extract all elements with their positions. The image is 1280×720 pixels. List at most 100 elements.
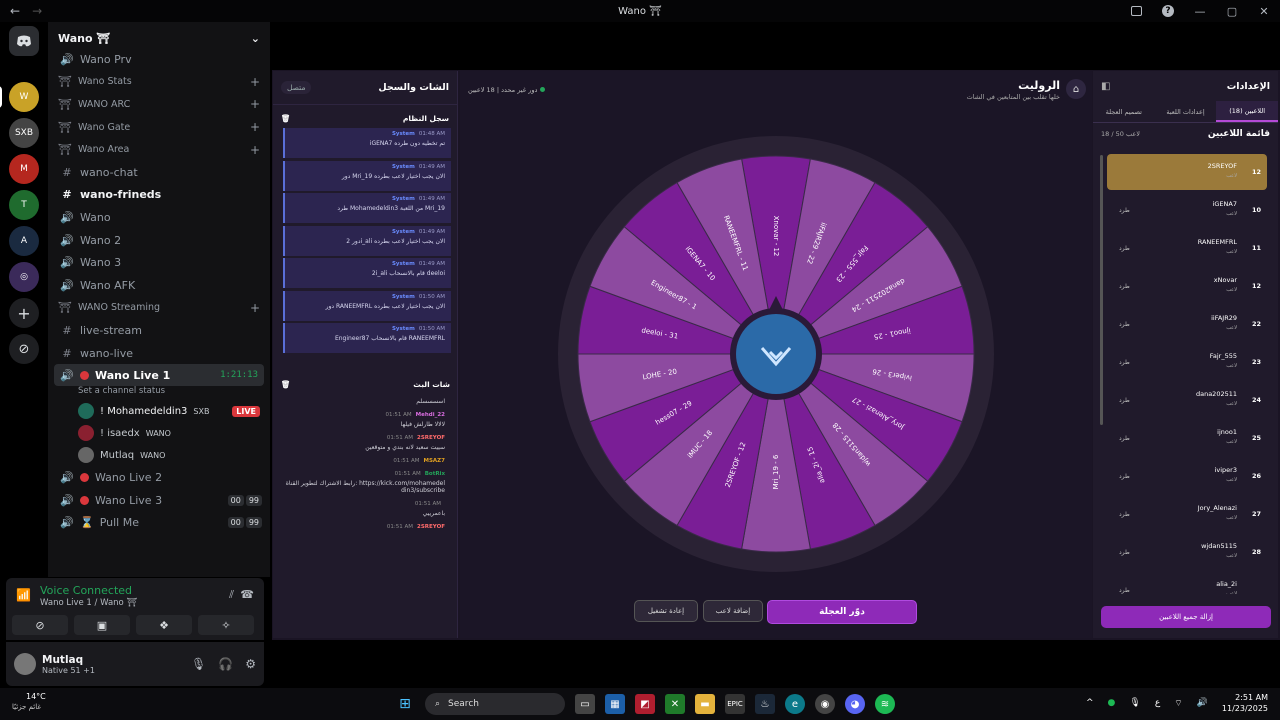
edge-icon[interactable]: e [785, 694, 805, 714]
wheel-svg[interactable]: Xnovar - 12 iiFAJR29 - 22 Fajr_555 - 23dan… [557, 135, 995, 573]
chevron-up-icon[interactable]: ^ [1086, 698, 1094, 708]
noise-suppression-icon[interactable]: ⫽ [229, 588, 234, 602]
mic-icon[interactable]: 🎙 [191, 657, 206, 671]
server-icon-6[interactable]: ◎ [9, 262, 39, 292]
channel-wano-live-2[interactable]: 🔊 Wano Live 2 [48, 466, 270, 489]
server-icon-2[interactable]: SXB [9, 118, 39, 148]
tab-game-settings[interactable]: إعدادات اللعبة [1155, 101, 1217, 122]
channel-status[interactable]: Set a channel status [48, 386, 270, 400]
voice-user[interactable]: ! Mohamedeldin3 SXB LIVE [48, 400, 270, 422]
replay-button[interactable]: إعادة تشغيل [634, 600, 698, 622]
mic-tray-icon[interactable]: 🎙 [1129, 698, 1140, 708]
kick-button[interactable]: طرد [1119, 549, 1130, 556]
user-avatar[interactable] [14, 653, 36, 675]
channel-wano-3[interactable]: 🔊 Wano 3 [48, 251, 270, 274]
add-channel-icon[interactable]: + [250, 75, 260, 89]
kick-button[interactable]: طرد [1119, 473, 1130, 480]
weather-widget[interactable]: 14°C غائم جزئيًا [12, 692, 46, 712]
spotify-icon[interactable]: ≋ [875, 694, 895, 714]
taskbar-search[interactable]: ⌕ Search [425, 693, 565, 715]
headphones-icon[interactable]: 🎧 [218, 657, 233, 671]
category-wano-area[interactable]: ⛩ Wano Area + [48, 138, 270, 161]
channel-pull-me[interactable]: 🔊 ⌛ Pull Me 00 99 [48, 512, 270, 535]
disconnect-icon[interactable]: ☎ [240, 588, 254, 601]
server-icon-3[interactable]: M [9, 154, 39, 184]
maximize-button[interactable]: ▢ [1216, 5, 1248, 18]
category-wano-arc[interactable]: ⛩ WANO ARC + [48, 93, 270, 116]
server-icon-4[interactable]: T [9, 190, 39, 220]
add-player-button[interactable]: إضافة لاعب [703, 600, 763, 622]
tab-players[interactable]: اللاعبين (18) [1216, 101, 1279, 122]
collapse-panel-icon[interactable]: ◧ [1101, 81, 1110, 92]
store-icon[interactable]: ▦ [605, 694, 625, 714]
help-icon[interactable]: ? [1162, 5, 1174, 17]
channel-wano[interactable]: 🔊 Wano [48, 206, 270, 229]
kick-button[interactable]: طرد [1119, 511, 1130, 518]
channel-wano-live[interactable]: # wano-live [48, 342, 270, 365]
kick-button[interactable]: طرد [1119, 321, 1130, 328]
wifi-icon[interactable]: ⌔ [1174, 698, 1182, 709]
app-red-icon[interactable]: ◩ [635, 694, 655, 714]
add-channel-icon[interactable]: + [250, 143, 260, 157]
voice-user[interactable]: Mutlaq WANO [48, 444, 270, 466]
soundboard-button[interactable]: ✧ [198, 615, 254, 635]
kick-button[interactable]: طرد [1119, 397, 1130, 404]
forward-arrow-icon[interactable]: → [32, 4, 42, 18]
spin-button[interactable]: دوّر العجلة [767, 600, 917, 624]
roulette-wheel[interactable]: Xnovar - 12 iiFAJR29 - 22 Fajr_555 - 23 dan… [557, 135, 995, 573]
close-button[interactable]: ✕ [1248, 5, 1280, 18]
channel-wano-frineds[interactable]: # wano-frineds [48, 184, 270, 207]
kick-button[interactable]: طرد [1119, 587, 1130, 594]
trash-icon[interactable]: 🗑 [281, 114, 291, 123]
channel-wano-live-3[interactable]: 🔊 Wano Live 3 00 99 [48, 489, 270, 512]
voice-user[interactable]: ! isaedx WANO [48, 422, 270, 444]
language-indicator[interactable]: ع [1155, 698, 1160, 708]
spotify-tray-icon[interactable]: ● [1108, 698, 1116, 708]
task-view-icon[interactable]: ▭ [575, 694, 595, 714]
home-icon[interactable]: ⌂ [1066, 79, 1086, 99]
channel-live-stream[interactable]: # live-stream [48, 319, 270, 342]
explore-icon[interactable]: ⊘ [9, 334, 39, 364]
server-wano-icon[interactable]: W [0, 82, 39, 112]
category-wano-streaming[interactable]: ⛩ WANO Streaming + [48, 297, 270, 320]
remove-all-players-button[interactable]: إزالة جميع اللاعبين [1101, 606, 1271, 628]
add-channel-icon[interactable]: + [250, 120, 260, 134]
discord-icon[interactable]: ◕ [845, 694, 865, 714]
kick-button[interactable]: طرد [1119, 435, 1130, 442]
channel-wano-2[interactable]: 🔊 Wano 2 [48, 229, 270, 252]
camera-off-button[interactable]: ⊘ [12, 615, 68, 635]
back-arrow-icon[interactable]: ← [10, 4, 20, 18]
screen-share-button[interactable]: ▣ [74, 615, 130, 635]
start-icon[interactable]: ⊞ [395, 694, 415, 714]
clock[interactable]: 2:51 AM 11/23/2025 [1222, 692, 1268, 714]
kick-button[interactable]: طرد [1119, 359, 1130, 366]
kick-button[interactable]: طرد [1119, 207, 1130, 214]
players-scrollbar[interactable] [1100, 155, 1103, 425]
add-channel-icon[interactable]: + [250, 301, 260, 315]
voice-status-sub[interactable]: Wano Live 1 / Wano ⛩ [40, 598, 137, 608]
chrome-icon[interactable]: ◉ [815, 694, 835, 714]
inbox-icon[interactable] [1131, 6, 1142, 16]
settings-gear-icon[interactable]: ⚙ [245, 657, 256, 671]
channel-wano-prv[interactable]: 🔊 Wano Prv [48, 48, 270, 71]
trash-icon[interactable]: 🗑 [281, 380, 291, 389]
category-wano-stats[interactable]: ⛩ Wano Stats + [48, 71, 270, 94]
category-wano-gate[interactable]: ⛩ Wano Gate + [48, 116, 270, 139]
channel-wano-chat[interactable]: # wano-chat [48, 161, 270, 184]
xbox-icon[interactable]: ✕ [665, 694, 685, 714]
channel-wano-afk[interactable]: 🔊 Wano AFK [48, 274, 270, 297]
kick-button[interactable]: طرد [1119, 245, 1130, 252]
epic-games-icon[interactable]: EPIC [725, 694, 745, 714]
add-server-icon[interactable]: + [9, 298, 39, 328]
file-explorer-icon[interactable]: ▬ [695, 694, 715, 714]
discord-home-icon[interactable] [9, 26, 39, 56]
tab-wheel-design[interactable]: تصميم العجلة [1093, 101, 1155, 122]
activities-button[interactable]: ❖ [136, 615, 192, 635]
channel-wano-live-1[interactable]: 🔊 Wano Live 1 1:21:13 [54, 364, 264, 387]
minimize-button[interactable]: — [1184, 5, 1216, 18]
add-channel-icon[interactable]: + [250, 97, 260, 111]
steam-icon[interactable]: ♨ [755, 694, 775, 714]
server-icon-5[interactable]: A [9, 226, 39, 256]
kick-button[interactable]: طرد [1119, 283, 1130, 290]
volume-icon[interactable]: 🔊 [1197, 698, 1208, 708]
